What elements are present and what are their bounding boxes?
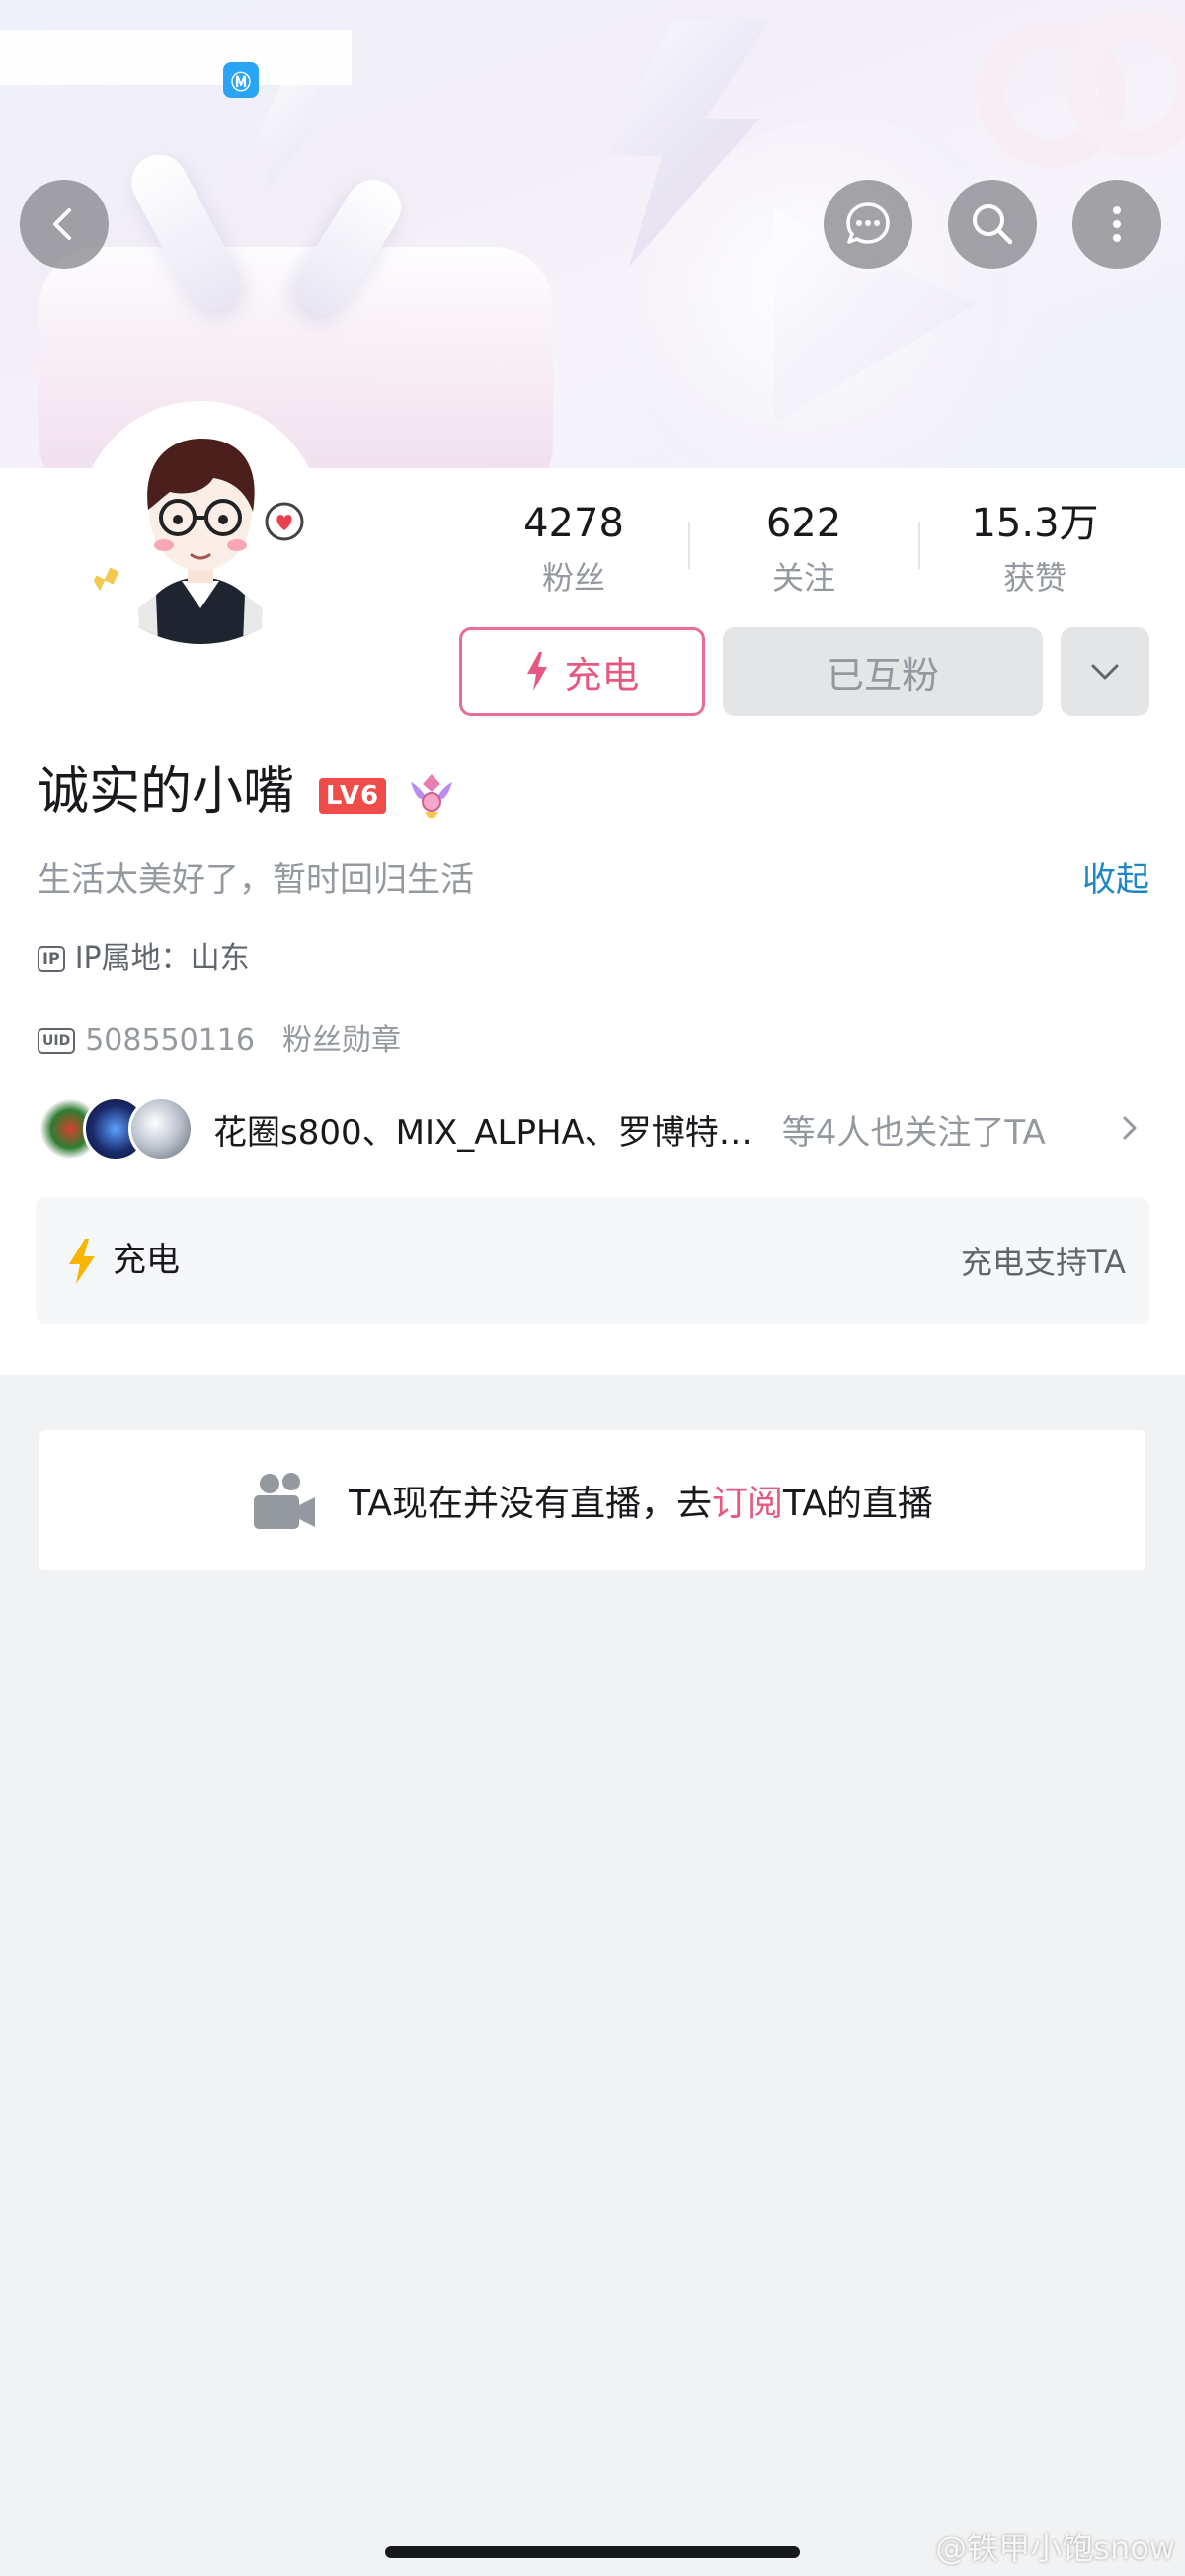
uid-row: UID 508550116 粉丝勋章 xyxy=(38,1019,401,1063)
charge-button[interactable]: 充电 xyxy=(459,627,705,716)
stat-value: 15.3万 xyxy=(971,501,1099,546)
status-bar xyxy=(0,30,352,85)
avatar-illustration xyxy=(90,439,304,644)
live-text-after: TA的直播 xyxy=(783,1484,933,1524)
back-button[interactable] xyxy=(20,180,109,269)
mutual-avatars xyxy=(38,1096,196,1162)
avatar[interactable] xyxy=(79,401,322,644)
stat-divider xyxy=(688,522,690,569)
follow-status-label: 已互粉 xyxy=(826,653,939,697)
mutual-follow-row[interactable]: 花圈s800、MIX_ALPHA、罗博特… 等4人也关注了TA xyxy=(38,1094,1147,1164)
mutual-follow-names: 花圈s800、MIX_ALPHA、罗博特… xyxy=(213,1112,752,1153)
search-button[interactable] xyxy=(948,180,1037,269)
follow-status-button[interactable]: 已互粉 xyxy=(723,627,1043,716)
ip-location-text: IP属地：山东 xyxy=(74,941,250,976)
charge-card-title: 充电 xyxy=(113,1241,180,1280)
stat-label: 关注 xyxy=(771,559,835,597)
message-icon xyxy=(846,202,890,244)
charge-support-link[interactable]: 充电支持TA xyxy=(961,1237,1126,1288)
chevron-down-icon xyxy=(1091,664,1119,680)
avatar xyxy=(128,1096,194,1162)
more-button[interactable] xyxy=(1072,180,1161,269)
uid-tag-icon: UID xyxy=(38,1028,76,1054)
stat-value: 622 xyxy=(765,501,842,546)
charge-button-label: 充电 xyxy=(564,653,640,697)
video-camera-icon xyxy=(254,1473,316,1529)
username: 诚实的小嘴 xyxy=(38,763,295,822)
ip-location-row: IP IP属地：山东 xyxy=(38,937,250,981)
banner-bolt-decoration xyxy=(254,84,321,193)
user-bio: 生活太美好了，暂时回归生活 xyxy=(38,860,474,900)
lightning-icon xyxy=(527,652,548,691)
search-icon xyxy=(973,204,1013,245)
stat-following[interactable]: 622 关注 xyxy=(705,494,903,603)
medal-icon[interactable] xyxy=(405,768,458,822)
status-app-icon: Ⓜ xyxy=(223,62,259,98)
stat-divider xyxy=(918,522,920,569)
live-text-before: TA现在并没有直播，去 xyxy=(349,1484,712,1524)
stat-likes[interactable]: 15.3万 获赞 xyxy=(936,494,1134,603)
more-vertical-icon xyxy=(1113,206,1121,242)
stat-value: 4278 xyxy=(523,501,624,546)
live-status-card: TA现在并没有直播，去订阅TA的直播 xyxy=(40,1430,1146,1570)
chevron-left-icon xyxy=(53,208,71,240)
live-status-text: TA现在并没有直播，去订阅TA的直播 xyxy=(349,1475,933,1526)
collapse-link[interactable]: 收起 xyxy=(1082,855,1149,905)
watermark: @铁甲小饱snow xyxy=(935,2530,1175,2567)
uid-value[interactable]: 508550116 xyxy=(85,1019,255,1063)
level-badge[interactable]: LV6 xyxy=(319,778,386,814)
fan-medal-link[interactable]: 粉丝勋章 xyxy=(282,1019,401,1063)
stat-label: 粉丝 xyxy=(541,559,605,597)
more-actions-dropdown[interactable] xyxy=(1061,627,1149,716)
subscribe-live-link[interactable]: 订阅 xyxy=(712,1484,783,1524)
stat-fans[interactable]: 4278 粉丝 xyxy=(475,494,672,603)
stat-label: 获赞 xyxy=(1002,559,1066,597)
home-indicator[interactable] xyxy=(385,2546,800,2558)
ip-tag-icon: IP xyxy=(38,946,65,972)
mutual-follow-suffix: 等4人也关注了TA xyxy=(781,1112,1046,1153)
charge-support-card[interactable]: 充电 充电支持TA xyxy=(36,1197,1149,1324)
message-button[interactable] xyxy=(824,180,912,269)
chevron-right-icon xyxy=(1123,1116,1137,1140)
lightning-icon xyxy=(69,1239,95,1284)
